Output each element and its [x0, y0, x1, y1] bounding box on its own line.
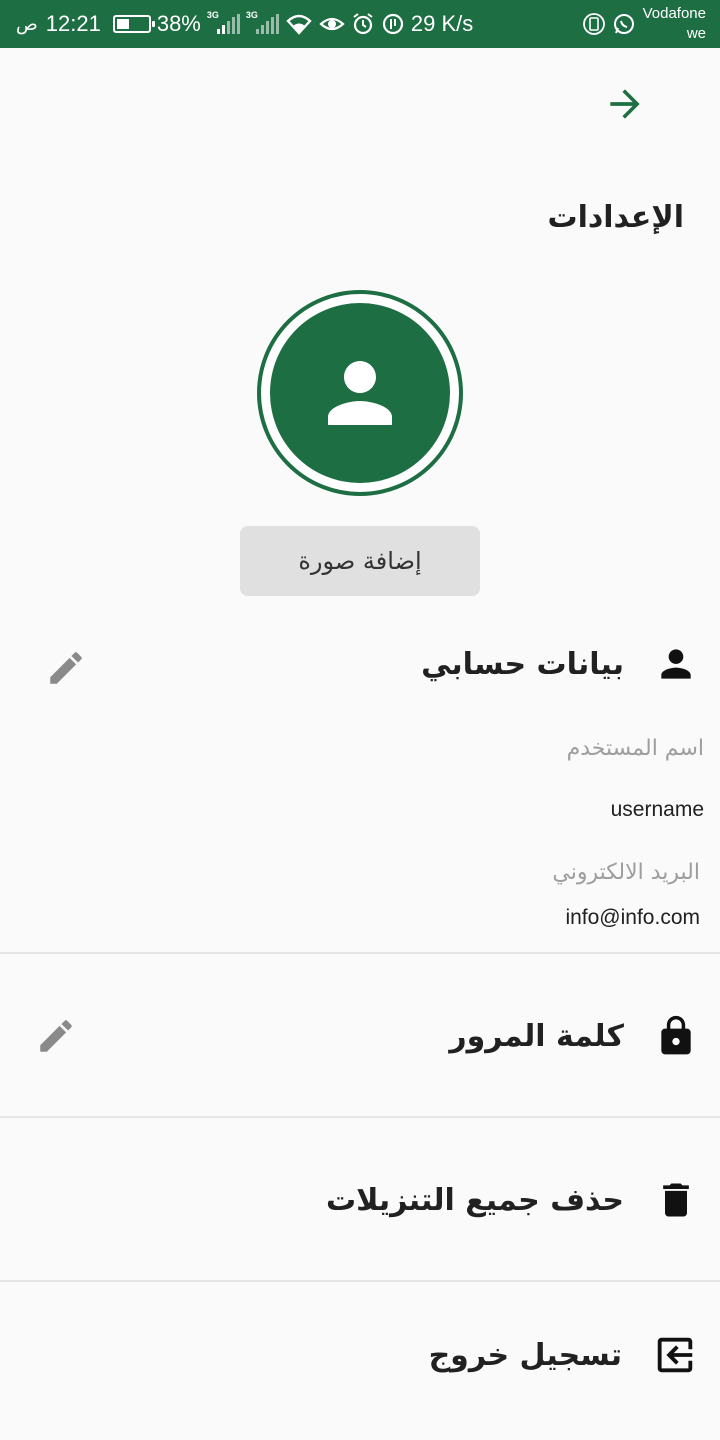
- username-label: اسم المستخدم: [566, 736, 704, 761]
- delete-downloads-row[interactable]: حذف جميع التنزيلات: [326, 1174, 698, 1226]
- battery-percent: 38%: [156, 11, 201, 36]
- edit-account-button[interactable]: [42, 644, 90, 692]
- status-left: ص 12:21 38% 3G 3G 29 K/s: [16, 8, 473, 40]
- status-bar: ص 12:21 38% 3G 3G 29 K/s Vodafone we: [0, 0, 720, 48]
- back-button[interactable]: [600, 80, 650, 128]
- wifi-icon: [285, 13, 313, 35]
- status-right: Vodafone we: [582, 4, 706, 44]
- carrier-name: Vodafone we: [642, 5, 706, 42]
- battery-icon: [112, 15, 155, 33]
- edit-password-button[interactable]: [32, 1012, 80, 1060]
- pencil-icon: [50, 652, 82, 684]
- delete-downloads-title: حذف جميع التنزيلات: [325, 1182, 624, 1218]
- divider: [0, 1116, 720, 1118]
- username-value: username: [610, 798, 704, 821]
- pencil-icon: [40, 1020, 72, 1052]
- account-section-title: بيانات حسابي: [421, 646, 624, 682]
- data-saver-icon: [381, 12, 405, 36]
- alarm-icon: [351, 12, 375, 36]
- signal-icon: 3G: [207, 10, 240, 34]
- page-title: الإعدادات: [547, 200, 684, 235]
- person-icon: [661, 649, 691, 679]
- email-value: info@info.com: [565, 906, 700, 929]
- password-title: كلمة المرور: [449, 1018, 624, 1054]
- divider: [0, 952, 720, 954]
- whatsapp-icon: [613, 13, 635, 35]
- account-section-header: بيانات حسابي: [421, 642, 698, 686]
- signal-icon-2: 3G: [246, 10, 279, 34]
- eye-icon: [319, 14, 345, 34]
- status-time: 12:21: [45, 11, 101, 36]
- arrow-right-icon: [610, 89, 640, 119]
- avatar[interactable]: [270, 303, 450, 483]
- sim-icon: [582, 13, 605, 35]
- email-label: البريد الالكتروني: [552, 860, 700, 885]
- network-speed: 29 K/s: [410, 11, 474, 36]
- exit-icon: [657, 1337, 693, 1373]
- lock-icon: [661, 1015, 691, 1055]
- status-ampm: ص: [16, 13, 38, 34]
- logout-row[interactable]: تسجيل خروج: [429, 1332, 698, 1378]
- password-row[interactable]: كلمة المرور: [449, 1010, 698, 1062]
- add-photo-button[interactable]: إضافة صورة: [240, 526, 480, 596]
- trash-icon: [663, 1183, 689, 1217]
- logout-title: تسجيل خروج: [428, 1337, 622, 1373]
- person-icon: [328, 361, 392, 425]
- divider: [0, 1280, 720, 1282]
